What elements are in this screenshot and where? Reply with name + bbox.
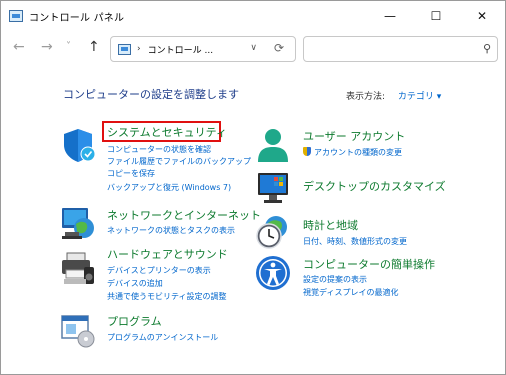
address-dropdown-icon[interactable]: ∨: [250, 43, 257, 53]
category-desktop-customization[interactable]: デスクトップのカスタマイズ: [303, 178, 446, 194]
category-hardware-sound[interactable]: ハードウェアとサウンド: [107, 246, 228, 262]
link-optimize-visual-display[interactable]: 視覚ディスプレイの最適化: [303, 287, 398, 298]
close-button[interactable]: ✕: [459, 1, 505, 31]
title-bar[interactable]: コントロール パネル — ☐ ✕: [1, 1, 505, 31]
network-globe-icon[interactable]: [59, 204, 97, 242]
link-change-account-type[interactable]: アカウントの種類の変更: [303, 147, 402, 158]
category-user-accounts[interactable]: ユーザー アカウント: [303, 128, 405, 144]
link-devices-printers[interactable]: デバイスとプリンターの表示: [107, 265, 211, 276]
breadcrumb-control-panel[interactable]: コントロール ...: [148, 43, 213, 56]
link-uninstall-program[interactable]: プログラムのアンインストール: [107, 332, 218, 343]
link-file-history-backup[interactable]: ファイル履歴でファイルのバックアップ: [107, 156, 251, 167]
control-panel-window: コントロール パネル — ☐ ✕ ← → ˅ ↑ › コントロール ... ∨ …: [0, 0, 506, 375]
address-bar[interactable]: › コントロール ... ∨ ⟳: [110, 36, 296, 62]
back-arrow-icon[interactable]: ←: [13, 39, 25, 55]
page-heading: コンピューターの設定を調整します: [63, 88, 239, 101]
clock-globe-icon[interactable]: [254, 213, 292, 251]
minimize-button[interactable]: —: [367, 1, 413, 31]
category-clock-region[interactable]: 時計と地域: [303, 217, 358, 233]
window-controls: — ☐ ✕: [367, 1, 505, 31]
shield-icon[interactable]: [59, 126, 97, 164]
search-icon[interactable]: ⚲: [483, 42, 491, 55]
category-ease-of-access[interactable]: コンピューターの簡単操作: [303, 256, 435, 272]
search-box[interactable]: ⚲: [303, 36, 498, 62]
view-by-dropdown[interactable]: カテゴリ ▾: [398, 92, 441, 102]
category-system-security[interactable]: システムとセキュリティ: [107, 124, 227, 140]
link-mobility-settings[interactable]: 共通で使うモビリティ設定の調整: [107, 291, 227, 302]
accessibility-icon[interactable]: [254, 254, 292, 292]
link-change-account-type-label: アカウントの種類の変更: [314, 148, 402, 157]
link-view-suggestions[interactable]: 設定の提案の表示: [303, 274, 367, 285]
category-programs[interactable]: プログラム: [107, 313, 162, 329]
link-check-computer-status[interactable]: コンピューターの状態を確認: [107, 144, 211, 155]
link-change-date-time-format[interactable]: 日付、時刻、数値形式の変更: [303, 236, 407, 247]
up-arrow-icon[interactable]: ↑: [88, 39, 100, 55]
view-by-label: 表示方法:: [346, 92, 386, 102]
link-network-status[interactable]: ネットワークの状態とタスクの表示: [107, 225, 235, 236]
user-icon[interactable]: [254, 126, 292, 164]
refresh-icon[interactable]: ⟳: [274, 41, 284, 55]
control-panel-small-icon: [118, 43, 131, 55]
category-network-internet[interactable]: ネットワークとインターネット: [107, 207, 261, 223]
control-panel-icon: [9, 10, 23, 22]
forward-arrow-icon[interactable]: →: [41, 39, 53, 55]
breadcrumb-separator-icon[interactable]: ›: [137, 44, 141, 54]
navigation-bar: ← → ˅ ↑ › コントロール ... ∨ ⟳ ⚲: [1, 31, 505, 67]
link-backup-restore[interactable]: バックアップと復元 (Windows 7): [107, 182, 231, 193]
printer-speaker-icon[interactable]: [59, 249, 97, 287]
link-file-history-backup-cont[interactable]: コピーを保存: [107, 168, 155, 179]
desktop-icon[interactable]: [254, 169, 292, 207]
uac-shield-icon: [303, 147, 311, 156]
programs-icon[interactable]: [59, 311, 97, 349]
maximize-button[interactable]: ☐: [413, 1, 459, 31]
view-by-control: 表示方法: カテゴリ ▾: [346, 89, 441, 102]
window-title: コントロール パネル: [29, 12, 125, 24]
recent-locations-chevron-icon[interactable]: ˅: [66, 41, 71, 52]
link-add-device[interactable]: デバイスの追加: [107, 278, 163, 289]
